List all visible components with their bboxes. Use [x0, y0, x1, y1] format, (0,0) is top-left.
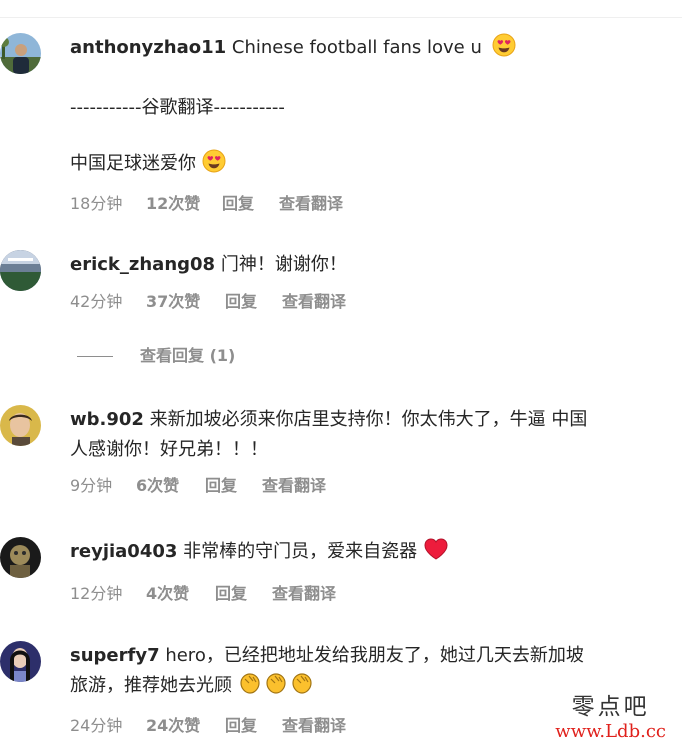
like-count[interactable]: 4次赞	[146, 583, 189, 605]
avatar[interactable]	[0, 641, 41, 682]
see-translation-button[interactable]: 查看翻译	[262, 475, 326, 497]
avatar[interactable]	[0, 537, 41, 578]
watermark-name: 零点吧	[571, 694, 650, 720]
comment-username[interactable]: anthonyzhao11	[70, 37, 226, 58]
comment-text: 旅游，推荐她去光顾	[70, 675, 232, 696]
comment-username[interactable]: reyjia0403	[70, 541, 177, 562]
heart-eyes-emoji-icon	[492, 33, 516, 67]
see-translation-button[interactable]: 查看翻译	[279, 193, 343, 215]
comment-text: 门神！谢谢你！	[220, 254, 347, 275]
avatar[interactable]	[0, 33, 41, 74]
view-replies-button[interactable]: 查看回复 (1)	[140, 344, 235, 368]
watermark-url: www.Ldb.cc	[555, 721, 666, 742]
comment-time: 18分钟	[70, 194, 123, 213]
like-count[interactable]: 12次赞	[146, 193, 200, 215]
comment-text: hero，已经把地址发给我朋友了，她过几天去新加坡	[165, 645, 584, 666]
see-translation-button[interactable]: 查看翻译	[282, 291, 346, 313]
top-divider	[0, 17, 682, 18]
see-translation-button[interactable]: 查看翻译	[272, 583, 336, 605]
comment-time: 42分钟	[70, 292, 123, 311]
reply-button[interactable]: 回复	[222, 193, 254, 215]
comment-text: Chinese football fans love u	[231, 37, 482, 58]
like-count[interactable]: 6次赞	[136, 475, 179, 497]
reply-button[interactable]: 回复	[215, 583, 247, 605]
red-heart-emoji-icon	[423, 537, 449, 571]
comment-text: 非常棒的守门员，爱来自瓷器	[183, 541, 418, 562]
reply-button[interactable]: 回复	[225, 715, 257, 737]
comment-text: 来新加坡必须来你店里支持你！你太伟大了，牛逼 中国	[149, 409, 588, 430]
comment-time: 9分钟	[70, 476, 113, 495]
comment-time: 12分钟	[70, 584, 123, 603]
comment-username[interactable]: superfy7	[70, 645, 160, 666]
avatar[interactable]	[0, 405, 41, 446]
comment-username[interactable]: erick_zhang08	[70, 254, 215, 275]
translation-divider: -----------谷歌翻译-----------	[70, 97, 285, 118]
see-translation-button[interactable]: 查看翻译	[282, 715, 346, 737]
heart-eyes-emoji-icon	[202, 149, 226, 183]
watermark: 零点吧 www.Ldb.cc	[555, 693, 666, 743]
translated-text: 中国足球迷爱你	[70, 153, 196, 174]
comment-username[interactable]: wb.902	[70, 409, 144, 430]
reply-button[interactable]: 回复	[225, 291, 257, 313]
avatar[interactable]	[0, 250, 41, 291]
clapping-hands-emoji-icon	[238, 671, 316, 705]
like-count[interactable]: 37次赞	[146, 291, 200, 313]
like-count[interactable]: 24次赞	[146, 715, 200, 737]
comment-time: 24分钟	[70, 716, 123, 735]
replies-divider	[77, 356, 113, 357]
comment-text: 人感谢你！好兄弟！！！	[70, 439, 268, 460]
reply-button[interactable]: 回复	[205, 475, 237, 497]
